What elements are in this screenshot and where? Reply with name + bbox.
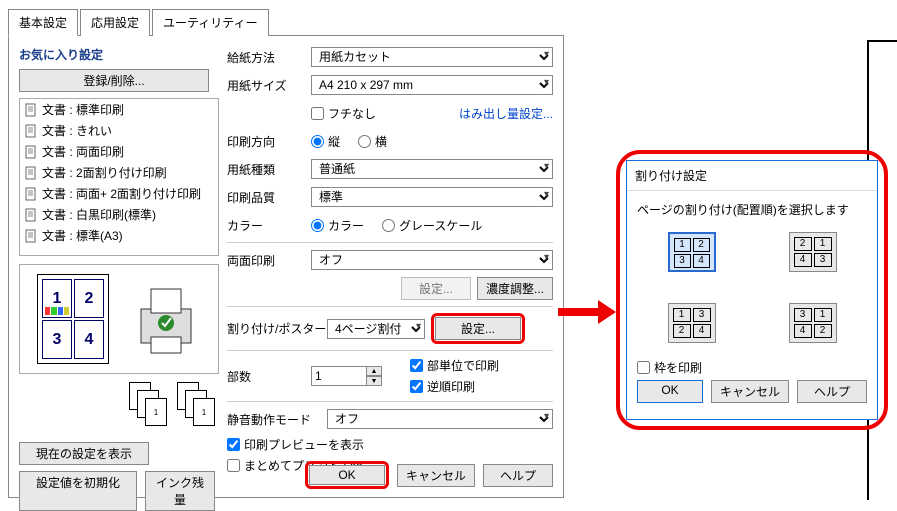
register-delete-button[interactable]: 登録/削除...: [19, 69, 209, 92]
layout-dialog-highlight: 割り付け設定 ページの割り付け(配置順)を選択します 1234 2143 132…: [616, 150, 888, 430]
favorites-list-item[interactable]: 文書 : 両面+ 2面割り付け印刷: [20, 183, 218, 204]
favorites-item-label: 文書 : 2面割り付け印刷: [42, 164, 167, 181]
layout-poster-label: 割り付け/ポスター: [227, 320, 327, 337]
duplex-select[interactable]: オフ: [311, 250, 553, 270]
ok-highlight: OK: [305, 461, 389, 489]
favorites-item-label: 文書 : きれい: [42, 122, 112, 139]
favorites-item-label: 文書 : 標準(A3): [42, 227, 123, 244]
collate-checkbox[interactable]: 部単位で印刷: [410, 357, 553, 374]
tab-utility[interactable]: ユーティリティー: [152, 9, 269, 36]
favorites-list-item[interactable]: 文書 : 両面印刷: [20, 141, 218, 162]
favorites-list-item[interactable]: 文書 : 2面割り付け印刷: [20, 162, 218, 183]
print-settings-main-panel: 基本設定 応用設定 ユーティリティー お気に入り設定 登録/削除... 文書 :…: [8, 8, 564, 505]
orientation-landscape-radio[interactable]: 横: [358, 133, 387, 150]
document-icon: [24, 166, 38, 180]
tab-bar: 基本設定 応用設定 ユーティリティー: [8, 8, 564, 36]
copies-input[interactable]: [311, 366, 367, 386]
favorites-list-item[interactable]: 文書 : 標準(A3): [20, 225, 218, 246]
layout-select[interactable]: 4ページ割付: [327, 319, 425, 339]
dialog-cancel-button[interactable]: キャンセル: [711, 380, 789, 403]
page-order-option-2[interactable]: 2143: [789, 232, 837, 272]
bleed-settings-link[interactable]: はみ出し量設定...: [376, 105, 553, 122]
print-preview-checkbox[interactable]: 印刷プレビューを表示: [227, 436, 553, 453]
arrow-icon: [558, 300, 616, 324]
settings-form: 給紙方法 用紙カセット 用紙サイズ A4 210 x 297 mm フチなし は…: [219, 46, 553, 487]
favorites-item-label: 文書 : 両面印刷: [42, 143, 124, 160]
document-icon: [24, 145, 38, 159]
layout-settings-button[interactable]: 設定...: [435, 317, 521, 340]
paper-source-select[interactable]: 用紙カセット: [311, 47, 553, 67]
copies-spinner[interactable]: ▲▼: [311, 366, 382, 386]
favorites-item-label: 文書 : 標準印刷: [42, 101, 124, 118]
reset-settings-button[interactable]: 設定値を初期化: [19, 471, 137, 511]
show-current-settings-button[interactable]: 現在の設定を表示: [19, 442, 149, 465]
favorites-column: お気に入り設定 登録/削除... 文書 : 標準印刷文書 : きれい文書 : 両…: [19, 46, 219, 487]
document-icon: [24, 187, 38, 201]
orientation-label: 印刷方向: [227, 133, 311, 150]
color-radio[interactable]: カラー: [311, 217, 364, 234]
dialog-ok-button[interactable]: OK: [637, 380, 703, 403]
favorites-item-label: 文書 : 両面+ 2面割り付け印刷: [42, 185, 201, 202]
document-icon: [24, 208, 38, 222]
favorites-item-label: 文書 : 白黒印刷(標準): [42, 206, 156, 223]
copies-label: 部数: [227, 368, 311, 385]
favorites-list[interactable]: 文書 : 標準印刷文書 : きれい文書 : 両面印刷文書 : 2面割り付け印刷文…: [19, 98, 219, 256]
paper-source-label: 給紙方法: [227, 49, 311, 66]
color-label: カラー: [227, 217, 311, 234]
cancel-button[interactable]: キャンセル: [397, 464, 475, 487]
page-order-option-1[interactable]: 1234: [668, 232, 716, 272]
paper-size-select[interactable]: A4 210 x 297 mm: [311, 75, 553, 95]
duplex-label: 両面印刷: [227, 252, 311, 269]
quality-select[interactable]: 標準: [311, 187, 553, 207]
grayscale-radio[interactable]: グレースケール: [382, 217, 482, 234]
layout-order-dialog: 割り付け設定 ページの割り付け(配置順)を選択します 1234 2143 132…: [626, 160, 878, 420]
paper-type-label: 用紙種類: [227, 161, 311, 178]
printer-icon: [131, 279, 201, 359]
ok-button[interactable]: OK: [309, 465, 385, 485]
print-frame-checkbox[interactable]: 枠を印刷: [637, 359, 867, 376]
help-button[interactable]: ヘルプ: [483, 464, 553, 487]
page-order-grid: 1234 2143 1324 3142: [637, 218, 867, 359]
copies-down-button[interactable]: ▼: [366, 376, 382, 386]
layout-preview-box: 1 2 3 4: [19, 264, 219, 374]
quiet-mode-select[interactable]: オフ: [327, 409, 553, 429]
document-icon: [24, 103, 38, 117]
quality-label: 印刷品質: [227, 189, 311, 206]
borderless-checkbox[interactable]: フチなし: [311, 105, 376, 122]
layout-settings-highlight: 設定...: [431, 313, 525, 344]
duplex-settings-button: 設定...: [401, 277, 471, 300]
page-order-option-4[interactable]: 3142: [789, 303, 837, 343]
dialog-help-button[interactable]: ヘルプ: [797, 380, 867, 403]
collate-icon-1: 111: [129, 382, 171, 436]
copies-up-button[interactable]: ▲: [366, 366, 382, 376]
paper-type-select[interactable]: 普通紙: [311, 159, 553, 179]
document-icon: [24, 124, 38, 138]
preview-sheet: 1 2 3 4: [37, 274, 109, 364]
orientation-portrait-radio[interactable]: 縦: [311, 133, 340, 150]
collate-icon-2: 321: [177, 382, 219, 436]
tab-advanced[interactable]: 応用設定: [80, 9, 150, 36]
tab-basic[interactable]: 基本設定: [8, 9, 78, 36]
favorites-list-item[interactable]: 文書 : きれい: [20, 120, 218, 141]
density-adjust-button[interactable]: 濃度調整...: [477, 277, 553, 300]
dialog-button-row: OK キャンセル ヘルプ: [305, 461, 553, 489]
reverse-order-checkbox[interactable]: 逆順印刷: [410, 378, 553, 395]
page-order-option-3[interactable]: 1324: [668, 303, 716, 343]
favorites-list-item[interactable]: 文書 : 白黒印刷(標準): [20, 204, 218, 225]
document-icon: [24, 229, 38, 243]
ink-level-button[interactable]: インク残量: [145, 471, 215, 511]
layout-dialog-instruction: ページの割り付け(配置順)を選択します: [637, 201, 867, 218]
quiet-mode-label: 静音動作モード: [227, 411, 327, 428]
layout-dialog-title: 割り付け設定: [627, 161, 877, 191]
favorites-list-item[interactable]: 文書 : 標準印刷: [20, 99, 218, 120]
favorites-title: お気に入り設定: [19, 46, 219, 63]
paper-size-label: 用紙サイズ: [227, 77, 311, 94]
